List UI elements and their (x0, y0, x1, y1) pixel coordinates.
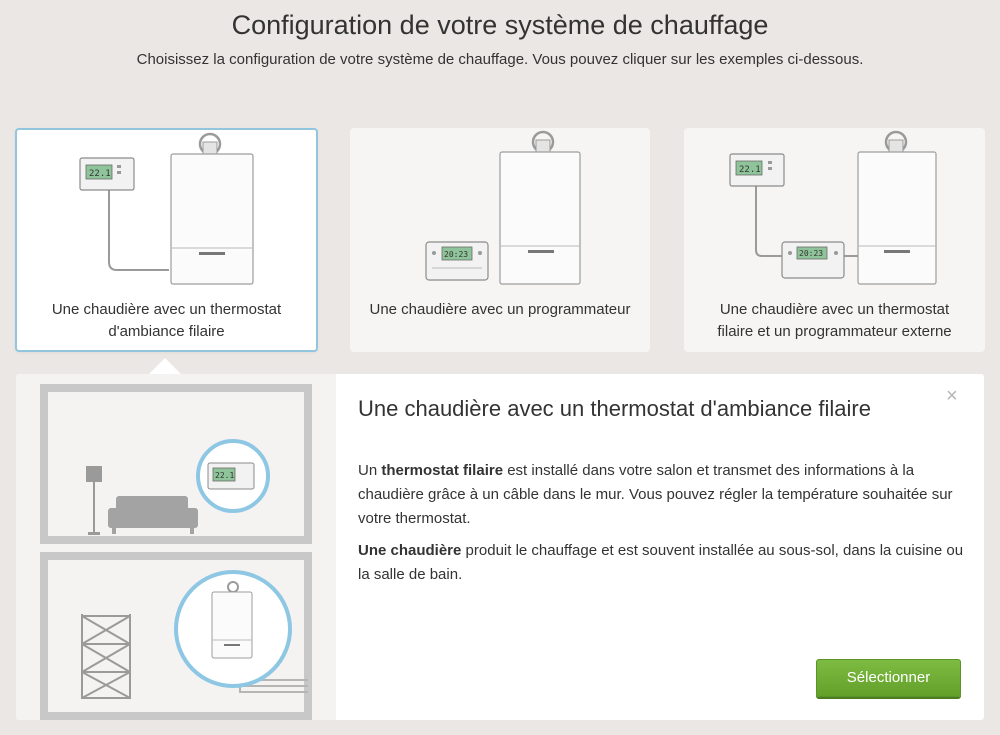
svg-text:22.1: 22.1 (739, 165, 761, 175)
sofa-icon (108, 496, 198, 534)
option-card-programmer[interactable]: 20:23 Une chaudière avec un programmateu… (350, 128, 650, 352)
option-card-thermostat-external-programmer[interactable]: 22.1 20:23 Une chaudière avec un thermos… (684, 128, 985, 352)
option-card-label: Une chaudière avec un thermostat d'ambia… (51, 301, 282, 340)
detail-paragraph-boiler: Une chaudière produit le chauffage et es… (358, 542, 964, 583)
shelf-icon (81, 614, 131, 699)
house-illustration: 22.1 (16, 374, 336, 720)
svg-text:20:23: 20:23 (799, 249, 823, 258)
svg-text:22.1: 22.1 (215, 471, 234, 480)
detail-paragraph-thermostat: Un thermostat filaire est installé dans … (358, 462, 953, 527)
svg-text:20:23: 20:23 (444, 250, 468, 259)
boiler-icon (857, 151, 937, 285)
detail-panel: 22.1 Une chaudière avec un thermostat d'… (16, 374, 984, 720)
option-card-room-thermostat[interactable]: 22.1 Une chaudière avec un thermostat d'… (15, 128, 318, 352)
select-button[interactable]: Sélectionner (816, 659, 961, 697)
boiler-icon (211, 591, 253, 659)
boiler-icon (170, 153, 254, 285)
detail-title: Une chaudière avec un thermostat d'ambia… (358, 396, 871, 421)
option-card-label: Une chaudière avec un programmateur (369, 301, 631, 318)
option-card-label: Une chaudière avec un thermostat filaire… (717, 301, 952, 340)
page-subtitle: Choisissez la configuration de votre sys… (136, 51, 864, 68)
selected-pointer (148, 358, 182, 375)
close-icon[interactable]: × (946, 386, 958, 406)
page-title: Configuration de votre système de chauff… (231, 10, 769, 40)
svg-text:22.1: 22.1 (89, 169, 111, 179)
boiler-icon (499, 151, 581, 285)
lamp-icon (86, 466, 102, 482)
